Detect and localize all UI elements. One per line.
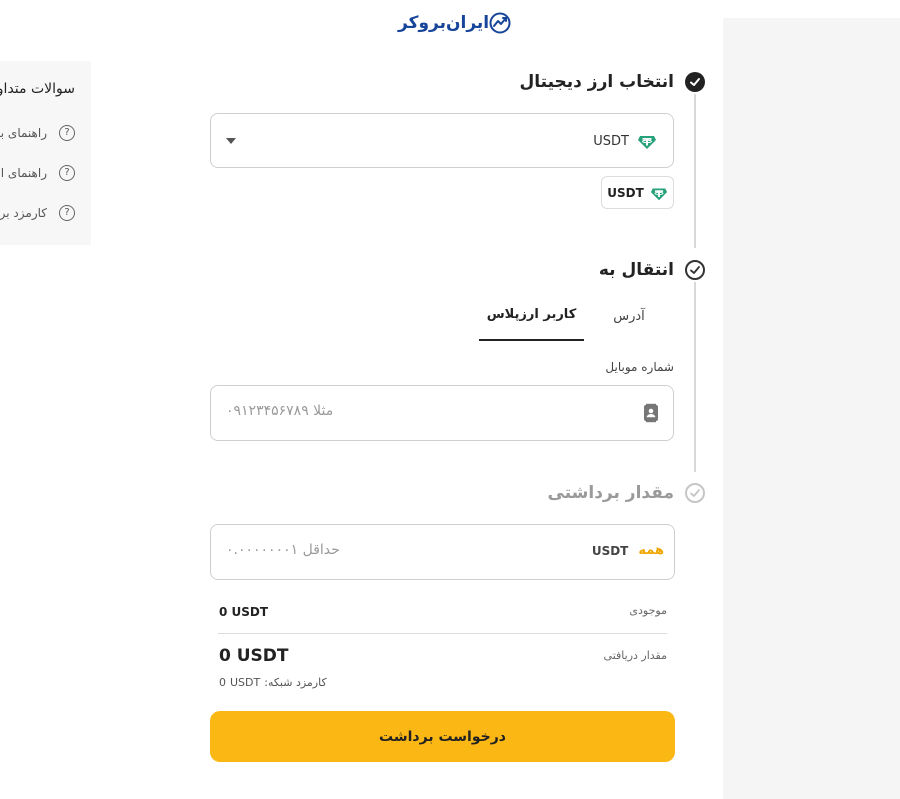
step-done-check-icon [685,72,705,92]
currency-chip-label: USDT [607,185,644,200]
tab-address[interactable]: آدرس [598,296,660,336]
faq-panel: سوالات متداول ? راهنمای برداشت ارز ? راه… [0,61,91,245]
step-title-currency: انتخاب ارز دیجیتال [519,72,674,92]
received-label: مقدار دریافتی [603,649,667,662]
faq-item-label: کارمزد برداشت [0,206,47,220]
faq-item[interactable]: ? راهنمای انتقال ارز [0,163,75,183]
network-fee-unit: USDT [230,676,261,689]
balance-value: 0 USDT [219,605,269,619]
step-active-check-icon [685,260,705,280]
faq-item-label: راهنمای انتقال ارز [0,166,47,180]
tether-icon [650,188,667,200]
brand-logo-icon [489,12,511,34]
amount-placeholder: حداقل ۰.۰۰۰۰۰۰۰۱ [226,542,340,558]
contacts-icon[interactable] [641,403,661,423]
faq-item[interactable]: ? راهنمای برداشت ارز [0,123,75,143]
network-fee-value: 0 [219,676,226,689]
tether-icon [638,136,656,149]
step-pending-check-icon [685,483,705,503]
faq-item[interactable]: ? کارمزد برداشت [0,203,75,223]
currency-select-value: USDT [593,131,657,151]
received-value: 0 USDT [219,646,289,666]
step-title-amount: مقدار برداشتی [547,483,674,503]
question-icon: ? [59,165,75,181]
step-title-transfer: انتقال به [598,260,674,280]
step-connector [694,94,696,248]
currency-select[interactable]: USDT [210,113,674,168]
divider [218,633,667,634]
currency-select-label: USDT [593,133,629,149]
all-amount-button[interactable]: همه [638,543,664,558]
submit-withdraw-button[interactable]: درخواست برداشت [210,711,675,762]
currency-chip[interactable]: USDT [601,176,674,209]
network-fee: 0 USDT کارمزد شبکه: [219,676,327,689]
amount-input[interactable]: حداقل ۰.۰۰۰۰۰۰۰۱ همه USDT [210,524,675,580]
amount-suffix: همه USDT [592,543,664,558]
network-fee-label: کارمزد شبکه: [264,676,327,689]
faq-item-label: راهنمای برداشت ارز [0,126,47,140]
brand-logo-text: ایران‌بروکر [398,13,490,33]
withdraw-page: سوالات متداول ? راهنمای برداشت ارز ? راه… [0,0,900,799]
phone-label: شماره موبایل [605,360,674,374]
faq-title: سوالات متداول [0,81,75,97]
chevron-down-icon [226,138,236,144]
right-pane [723,18,900,799]
question-icon: ? [59,125,75,141]
amount-unit: USDT [591,543,629,558]
phone-placeholder: مثلا ۰۹۱۲۳۴۵۶۷۸۹ [226,403,334,419]
brand-logo[interactable]: ایران‌بروکر [394,12,511,34]
tab-arzplus-user[interactable]: کاربر ارزپلاس [479,300,584,341]
phone-input[interactable]: مثلا ۰۹۱۲۳۴۵۶۷۸۹ [210,385,674,441]
balance-label: موجودی [629,604,667,617]
question-icon: ? [59,205,75,221]
step-connector [694,282,696,472]
